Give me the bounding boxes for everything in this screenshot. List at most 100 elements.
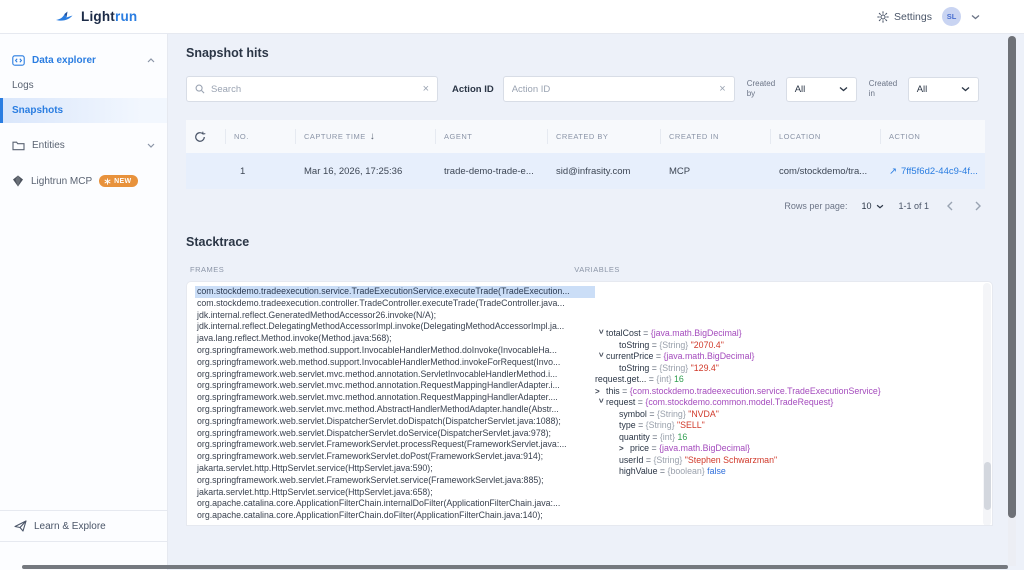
sidebar-item-label: Entities xyxy=(32,140,140,151)
variable-line: >currentPrice = {java.math.BigDecimal} xyxy=(595,351,980,363)
search-input[interactable] xyxy=(211,84,417,95)
refresh-button[interactable] xyxy=(186,129,226,144)
action-link[interactable]: ↗ 7ff5f6d2-44c9-4f... xyxy=(889,166,985,177)
variable-line: userId = {String} "Stephen Schwarzman" xyxy=(595,455,980,467)
variable-value: "129.4" xyxy=(688,363,719,373)
frame-line[interactable]: com.stockdemo.tradeexecution.service.Tra… xyxy=(195,286,595,298)
cell-created-in: MCP xyxy=(661,166,771,177)
settings-button[interactable]: Settings xyxy=(877,11,932,23)
frame-line[interactable]: jakarta.servlet.http.HttpServlet.service… xyxy=(195,487,595,499)
collapse-chevron-icon[interactable]: > xyxy=(595,352,607,363)
equals-sign: = xyxy=(653,351,663,361)
created-in-select[interactable]: All xyxy=(908,77,979,102)
table-row[interactable]: 1 Mar 16, 2026, 17:25:36 trade-demo-trad… xyxy=(186,153,985,189)
variable-type: {int} xyxy=(660,432,675,442)
column-no[interactable]: NO. xyxy=(226,129,296,144)
frame-line[interactable]: org.springframework.web.method.support.I… xyxy=(195,357,595,369)
created-by-select[interactable]: All xyxy=(786,77,857,102)
rows-per-page-select[interactable]: 10 xyxy=(861,201,884,211)
window-bottom-edge xyxy=(22,565,1008,569)
frame-line[interactable]: org.springframework.web.servlet.Framewor… xyxy=(195,451,595,463)
variable-type: {String} xyxy=(646,420,675,430)
sidebar-item-snapshots[interactable]: Snapshots xyxy=(0,98,167,123)
variable-value: 16 xyxy=(672,374,684,384)
sidebar-item-entities[interactable]: Entities xyxy=(0,133,167,158)
variable-value: 16 xyxy=(675,432,687,442)
sidebar-item-logs[interactable]: Logs xyxy=(0,73,167,98)
column-created-in[interactable]: CREATED IN xyxy=(661,129,771,144)
frame-line[interactable]: org.springframework.web.servlet.Dispatch… xyxy=(195,428,595,440)
frame-line[interactable]: org.springframework.web.servlet.Framewor… xyxy=(195,439,595,451)
frame-line[interactable]: jdk.internal.reflect.DelegatingMethodAcc… xyxy=(195,321,595,333)
clear-action-id-icon[interactable]: × xyxy=(719,84,725,95)
sidebar-item-lightrun-mcp[interactable]: Lightrun MCP NEW xyxy=(0,168,167,194)
frame-line[interactable]: org.apache.catalina.core.ApplicationFilt… xyxy=(195,510,595,522)
collapse-chevron-icon[interactable]: > xyxy=(595,398,607,409)
variable-name: price xyxy=(630,443,649,453)
variable-line: >this = {com.stockdemo.tradeexecution.se… xyxy=(595,386,980,398)
chevron-down-icon xyxy=(876,204,884,209)
column-action[interactable]: ACTION xyxy=(881,129,985,144)
equals-sign: = xyxy=(650,432,660,442)
previous-page-button[interactable] xyxy=(943,201,957,211)
page-scrollbar-thumb[interactable] xyxy=(1008,36,1016,518)
chevron-down-icon[interactable] xyxy=(971,14,980,20)
sidebar-item-label: Logs xyxy=(12,80,155,91)
clear-search-icon[interactable]: × xyxy=(423,84,429,95)
equals-sign: = xyxy=(641,328,651,338)
frame-line[interactable]: org.springframework.web.servlet.mvc.meth… xyxy=(195,369,595,381)
stacktrace-column-labels: FRAMES VARIABLES xyxy=(186,265,1024,274)
expand-chevron-icon[interactable]: > xyxy=(619,443,630,455)
frame-line[interactable]: org.springframework.web.servlet.Framewor… xyxy=(195,475,595,487)
variable-name: currentPrice xyxy=(606,351,653,361)
action-id-input[interactable] xyxy=(512,84,720,95)
equals-sign: = xyxy=(635,397,645,407)
variable-line: highValue = {boolean} false xyxy=(595,466,980,478)
avatar[interactable]: SL xyxy=(942,7,961,26)
cell-created-by: sid@infrasity.com xyxy=(548,166,661,177)
variables-list: >totalCost = {java.math.BigDecimal}toStr… xyxy=(595,328,980,478)
frame-line[interactable]: com.stockdemo.tradeexecution.controller.… xyxy=(195,298,595,310)
column-agent[interactable]: AGENT xyxy=(436,129,548,144)
cell-location: com/stockdemo/tra... xyxy=(771,166,881,177)
created-by-value: All xyxy=(795,84,806,95)
variables-scrollbar-thumb[interactable] xyxy=(984,462,991,510)
learn-explore-button[interactable]: Learn & Explore xyxy=(0,510,167,542)
cell-capture-time: Mar 16, 2026, 17:25:36 xyxy=(296,166,436,177)
variable-type: {String} xyxy=(653,455,682,465)
frame-line[interactable]: org.springframework.web.method.support.I… xyxy=(195,345,595,357)
frame-line[interactable]: jakarta.servlet.http.HttpServlet.service… xyxy=(195,463,595,475)
learn-explore-label: Learn & Explore xyxy=(34,521,106,532)
variable-type: {String} xyxy=(657,409,686,419)
sort-desc-icon[interactable]: ↓ xyxy=(370,131,376,142)
variable-name: type xyxy=(619,420,636,430)
frame-line[interactable]: org.springframework.web.servlet.mvc.meth… xyxy=(195,392,595,404)
frame-line[interactable]: org.springframework.web.servlet.mvc.meth… xyxy=(195,404,595,416)
stacktrace-title: Stacktrace xyxy=(186,235,1024,249)
frame-line[interactable]: org.springframework.web.servlet.mvc.meth… xyxy=(195,380,595,392)
variable-name: symbol xyxy=(619,409,647,419)
equals-sign: = xyxy=(649,363,659,373)
column-created-by[interactable]: CREATED BY xyxy=(548,129,661,144)
column-capture-time[interactable]: CAPTURE TIME↓ xyxy=(296,129,436,144)
cell-agent: trade-demo-trade-e... xyxy=(436,166,548,177)
variable-name: highValue xyxy=(619,466,657,476)
frames-label: FRAMES xyxy=(190,265,224,274)
chevron-down-icon xyxy=(147,143,155,148)
next-page-button[interactable] xyxy=(971,201,985,211)
created-by-label: Created by xyxy=(747,79,781,99)
frame-line[interactable]: java.lang.reflect.Method.invoke(Method.j… xyxy=(195,333,595,345)
variables-label: VARIABLES xyxy=(574,265,620,274)
frame-line[interactable]: jdk.internal.reflect.GeneratedMethodAcce… xyxy=(195,310,595,322)
collapse-chevron-icon[interactable]: > xyxy=(595,329,607,340)
variable-type: {com.stockdemo.tradeexecution.service.Tr… xyxy=(630,386,881,396)
variable-name: toString xyxy=(619,340,649,350)
variable-name: userId xyxy=(619,455,643,465)
expand-chevron-icon[interactable]: > xyxy=(595,386,606,398)
frame-line[interactable]: org.springframework.web.servlet.Dispatch… xyxy=(195,416,595,428)
variable-name: this xyxy=(606,386,620,396)
column-location[interactable]: LOCATION xyxy=(771,129,881,144)
variable-value: "2070.4" xyxy=(688,340,724,350)
sidebar-item-data-explorer[interactable]: Data explorer xyxy=(0,48,167,73)
frame-line[interactable]: org.apache.catalina.core.ApplicationFilt… xyxy=(195,498,595,510)
